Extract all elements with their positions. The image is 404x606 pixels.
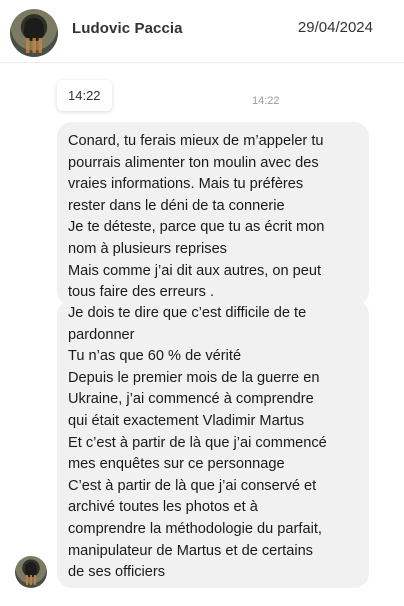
message-line: pourrais alimenter ton moulin avec des [68,154,319,171]
message-line: Et c’est à partir de là que j’ai commenc… [68,434,327,451]
message-line: manipulateur de Martus et de certains [68,542,313,559]
message-line: Conard, tu ferais mieux de m’appeler tu [68,133,324,149]
message-line: pardonner [68,326,135,343]
message-line: Je dois te dire que c’est difficile de t… [68,305,307,321]
message-bubble[interactable]: Je dois te dire que c’est difficile de t… [57,300,369,588]
message-line: vraies informations. Mais tu préfères [68,176,304,193]
message-line: archivé toutes les photos et à [68,499,258,516]
message-line: Depuis le premier mois de la guerre en [68,369,320,386]
message-line: C’est à partir de là que j’ai conservé e… [68,477,317,494]
message-line: Tu n’as que 60 % de vérité [68,348,242,365]
message-line: nom à plusieurs reprises [68,240,227,257]
conversation-header: Ludovic Paccia 29/04/2024 [0,0,404,63]
message-line: qui était exactement Vladimir Martus [68,412,305,429]
contact-avatar[interactable] [10,9,58,57]
contact-name[interactable]: Ludovic Paccia [72,20,183,37]
message-timestamp: 14:22 [252,95,280,107]
message-line: Mais comme j’ai dit aux autres, on peut [68,262,322,279]
avatar-background-legs [25,575,37,586]
message-line: rester dans le déni de ta connerie [68,197,285,214]
avatar-background-legs [26,37,42,54]
message-line: Je te déteste, parce que tu as écrit mon [68,219,325,236]
message-line: Ukraine, j’ai commencé à comprendre [68,391,314,408]
timestamp-chip: 14:22 [57,80,112,111]
sender-avatar[interactable] [15,556,47,588]
message-line: mes enquêtes sur ce personnage [68,456,285,473]
conversation-date: 29/04/2024 [297,19,373,36]
message-bubble[interactable]: Conard, tu ferais mieux de m’appeler tu … [57,122,369,306]
message-line: comprendre la méthodologie du parfait, [68,520,322,537]
message-line: de ses officiers [68,564,166,581]
